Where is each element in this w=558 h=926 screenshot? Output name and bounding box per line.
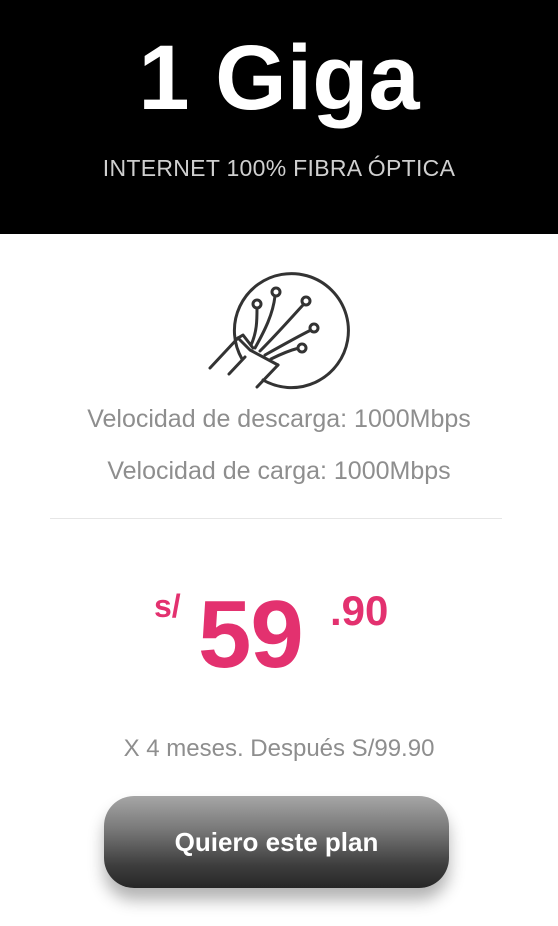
upload-speed: Velocidad de carga: 1000Mbps: [107, 457, 451, 485]
price-note: X 4 meses. Después S/99.90: [123, 735, 435, 762]
download-speed: Velocidad de descarga: 1000Mbps: [87, 405, 471, 433]
choose-plan-button[interactable]: Quiero este plan: [104, 796, 449, 888]
plan-header: 1 Giga INTERNET 100% FIBRA ÓPTICA: [0, 0, 558, 234]
price-decimal: .90: [330, 587, 389, 634]
price: s/ 59 .90: [0, 580, 558, 690]
plan-card: 1 Giga INTERNET 100% FIBRA ÓPTICA Veloci…: [0, 0, 558, 926]
fiber-optic-icon: [205, 262, 350, 392]
price-integer: 59: [198, 581, 304, 688]
plan-title: 1 Giga: [138, 27, 420, 129]
divider: [50, 518, 502, 519]
plan-subtitle: INTERNET 100% FIBRA ÓPTICA: [102, 155, 456, 181]
price-currency: s/: [154, 588, 181, 624]
